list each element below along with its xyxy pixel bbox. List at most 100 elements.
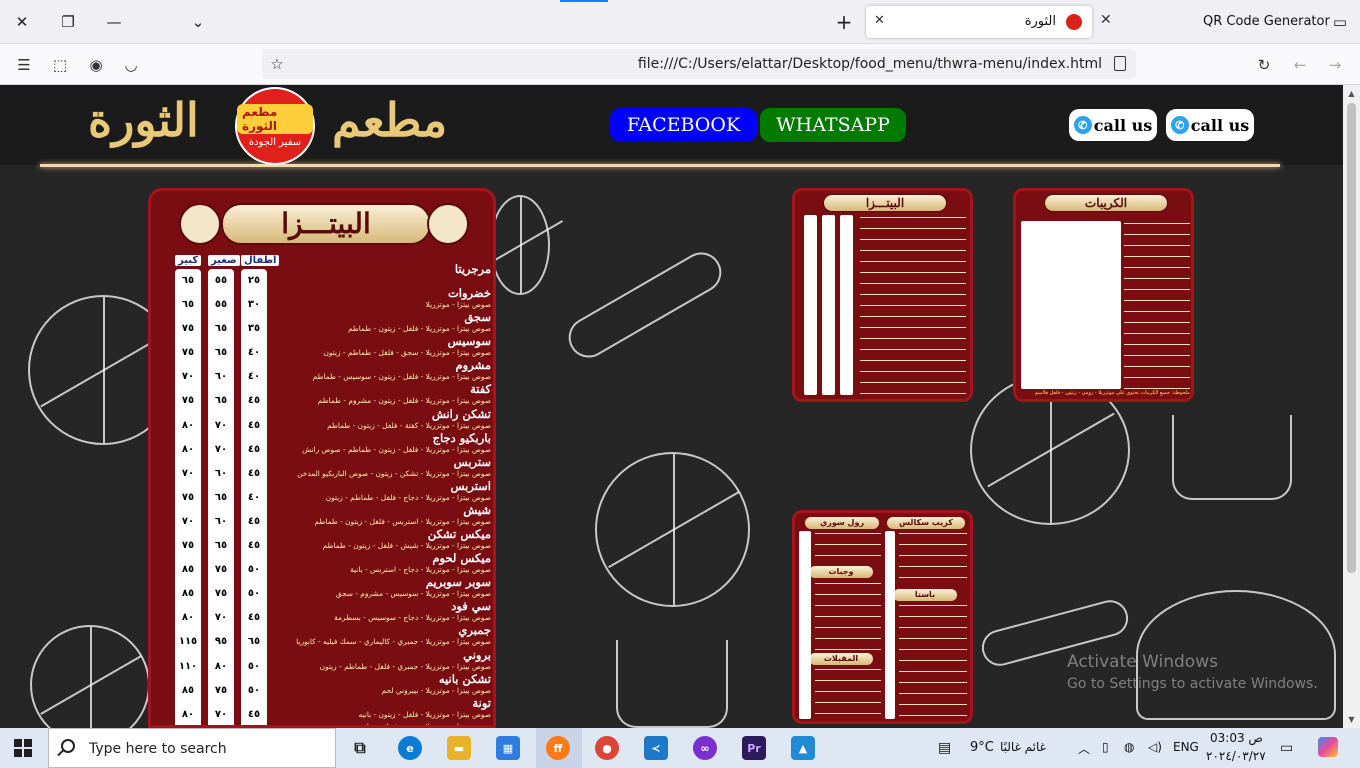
price-cell: ٧٥ bbox=[214, 564, 228, 576]
fries-doodle-icon bbox=[616, 640, 728, 728]
crepes-menu-thumbnail[interactable]: الكريبات ملحوظة: جميع الكريبات تحتوي على… bbox=[1013, 188, 1194, 402]
pizza-item-desc: صوص بيتزا - موتزريلا - فلفل - زيتون - مش… bbox=[317, 396, 491, 406]
file-explorer-icon[interactable]: ▬ bbox=[447, 736, 471, 760]
pizza-item: ميكس تشكن صوص بيتزا - موتزريلا - شيش - فل… bbox=[271, 528, 491, 552]
clock-date[interactable]: ٢٠٢٤/٠٣/٢٧ bbox=[1206, 749, 1266, 763]
header-divider bbox=[40, 164, 1280, 167]
pizza-item-desc: صوص بيتزا - موتزريلا - فلفل - زيتون - با… bbox=[358, 709, 491, 719]
forward-icon[interactable]: → bbox=[1324, 54, 1346, 76]
tab-active[interactable]: ✕ الثورة bbox=[866, 6, 1092, 38]
pizza-item-desc: صوص بيتزا - موتزريلا - فلفل - زيتون - طم… bbox=[347, 324, 491, 334]
firefox-view-icon[interactable]: ▭ bbox=[1318, 0, 1360, 44]
page-scrollbar[interactable]: ▲ ▼ bbox=[1343, 85, 1360, 728]
restore-window-icon[interactable]: ❐ bbox=[46, 0, 90, 44]
card-item-lines bbox=[815, 581, 881, 651]
price-cell: ٤٥ bbox=[247, 395, 261, 407]
tab-close-icon-2[interactable]: ✕ bbox=[1100, 12, 1112, 28]
incognito-browser-icon[interactable]: ∞ bbox=[693, 736, 717, 760]
weather-icon[interactable]: ▤ bbox=[938, 740, 951, 756]
vscode-icon[interactable]: ≺ bbox=[644, 736, 668, 760]
search-icon bbox=[61, 739, 75, 753]
device-icon[interactable]: ▯ bbox=[1102, 740, 1109, 754]
pizza-item: سوسيس صوص بيتزا - موتزريلا - سجق - فلفل -… bbox=[271, 335, 491, 359]
pizza-item-desc: صوص بيتزا - موتزريلا - فلفل - زيتون - سو… bbox=[312, 372, 491, 382]
volume-icon[interactable]: ◁) bbox=[1148, 740, 1162, 754]
menu-page: مطعم الثورة مطعم الثورة سفير الجودة FACE… bbox=[0, 85, 1343, 728]
scroll-up-icon[interactable]: ▲ bbox=[1343, 85, 1360, 102]
url-bar[interactable]: ☆ file:///C:/Users/elattar/Desktop/food_… bbox=[262, 49, 1136, 79]
clock-time[interactable]: 03:03 ص bbox=[1210, 731, 1263, 745]
call-us-button-2[interactable]: ✆ call us bbox=[1166, 109, 1254, 141]
col-header-large: كبير bbox=[175, 255, 202, 266]
close-window-icon[interactable]: ✕ bbox=[0, 0, 44, 44]
firefox-icon[interactable]: ff bbox=[546, 736, 570, 760]
card-item-lines bbox=[899, 603, 967, 719]
tab-list-chevron-icon[interactable]: ⌄ bbox=[176, 0, 220, 44]
call-label: call us bbox=[1093, 115, 1153, 135]
back-icon[interactable]: ← bbox=[1289, 54, 1311, 76]
weather-temp[interactable]: 9°C bbox=[970, 740, 994, 755]
price-cell: ٨٠ bbox=[181, 419, 195, 431]
chrome-icon[interactable]: ● bbox=[595, 736, 619, 760]
bookmark-star-icon[interactable]: ☆ bbox=[266, 53, 288, 75]
new-tab-icon[interactable]: + bbox=[822, 0, 866, 44]
pizza-item-desc: صوص بيتزا - موتزريلا - تونة - شرائح بصل bbox=[363, 721, 491, 728]
pizza-item-desc: صوص بيتزا - موتزريلا - سجق - فلفل - طماط… bbox=[323, 348, 491, 358]
notifications-icon[interactable]: ▭ bbox=[1280, 740, 1293, 756]
facebook-button[interactable]: FACEBOOK bbox=[610, 108, 757, 142]
price-cell: ٨٠ bbox=[181, 443, 195, 455]
price-cell: ٧٥ bbox=[181, 491, 195, 503]
thumb-price-column bbox=[804, 215, 817, 395]
pizza-item: خضروات صوص بيتزا - موتزريلا bbox=[271, 287, 491, 311]
account-icon[interactable]: ◉ bbox=[85, 54, 107, 76]
section-title: وجبات bbox=[809, 566, 873, 578]
restaurant-logo: مطعم الثورة سفير الجودة bbox=[235, 87, 315, 165]
price-cell: ٤٠ bbox=[247, 371, 261, 383]
network-icon[interactable]: ◍ bbox=[1124, 740, 1134, 754]
scroll-down-icon[interactable]: ▼ bbox=[1343, 711, 1360, 728]
pizza-item-desc: صوص بيتزا - موتزريلا - كفتة - فلفل - زيت… bbox=[327, 420, 491, 430]
extensions-icon[interactable]: ⬚ bbox=[49, 54, 71, 76]
show-hidden-icons[interactable]: ︿ bbox=[1078, 740, 1090, 757]
pizza-item: شيش صوص بيتزا - موتزريلا - استربس - فلفل … bbox=[271, 504, 491, 528]
pizza-menu-card[interactable]: البيتـــزا كبير صغير اطفال ٦٥ ٦٥ ٧٥ ٧٥ ٧٠ ٧٥ ٨… bbox=[148, 188, 496, 728]
pizza-menu-thumbnail[interactable]: البيتـــزا bbox=[792, 188, 973, 402]
brand-word-thawra: الثورة bbox=[88, 93, 199, 147]
pizza-thumb-title: البيتـــزا bbox=[823, 194, 947, 212]
taskbar-search[interactable]: Type here to search bbox=[48, 728, 336, 768]
task-view-icon[interactable]: ⧉ bbox=[348, 736, 372, 760]
scroll-thumb[interactable] bbox=[1347, 103, 1356, 573]
language-indicator[interactable]: ENG bbox=[1173, 740, 1199, 754]
fries-doodle-icon bbox=[1172, 415, 1292, 500]
store-icon[interactable]: ▦ bbox=[496, 736, 520, 760]
pizza-doodle-icon bbox=[490, 195, 550, 295]
pizza-item-name: ستربس bbox=[453, 454, 491, 469]
price-cell: ٤٥ bbox=[247, 419, 261, 431]
pizza-badge-icon bbox=[179, 203, 221, 245]
browser-tab-bar: ✕ ❐ — ⌄ + ✕ الثورة ✕ QR Code Generator ▭ bbox=[0, 0, 1360, 44]
windows-start-icon[interactable] bbox=[14, 739, 32, 757]
menu-icon[interactable]: ☰ bbox=[13, 54, 35, 76]
premiere-icon[interactable]: Pr bbox=[742, 736, 766, 760]
pizza-menu-title: البيتـــزا bbox=[221, 203, 431, 245]
crepes-extra-menu-thumbnail[interactable]: كريب سكالس رول سوري وجبات باستا المقبلات bbox=[792, 510, 973, 724]
pizza-item-desc: صوص بيتزا - موتزريلا - بيبروني لحم bbox=[381, 685, 491, 695]
whatsapp-button[interactable]: WHATSAPP bbox=[760, 108, 906, 142]
widgets-icon[interactable] bbox=[1318, 737, 1338, 757]
price-cell: ٥٠ bbox=[247, 660, 261, 672]
tab-close-icon[interactable]: ✕ bbox=[874, 13, 885, 28]
tab-title-2[interactable]: QR Code Generator bbox=[1203, 14, 1330, 29]
url-text[interactable]: file:///C:/Users/elattar/Desktop/food_me… bbox=[638, 56, 1102, 72]
weather-text[interactable]: غائم غالبًا bbox=[1000, 740, 1046, 754]
pocket-icon[interactable]: ◡ bbox=[120, 54, 142, 76]
card-price-column bbox=[885, 531, 895, 719]
price-cell: ٥٠ bbox=[247, 588, 261, 600]
reload-icon[interactable]: ↻ bbox=[1253, 54, 1275, 76]
call-us-button-1[interactable]: ✆ call us bbox=[1069, 109, 1157, 141]
pizza-item: مرجريتا bbox=[271, 263, 491, 287]
photos-icon[interactable]: ▲ bbox=[791, 736, 815, 760]
price-cell: ٧٥ bbox=[214, 684, 228, 696]
edge-icon[interactable]: e bbox=[398, 736, 422, 760]
price-cell: ٦٥ bbox=[214, 540, 228, 552]
minimize-window-icon[interactable]: — bbox=[92, 0, 136, 44]
